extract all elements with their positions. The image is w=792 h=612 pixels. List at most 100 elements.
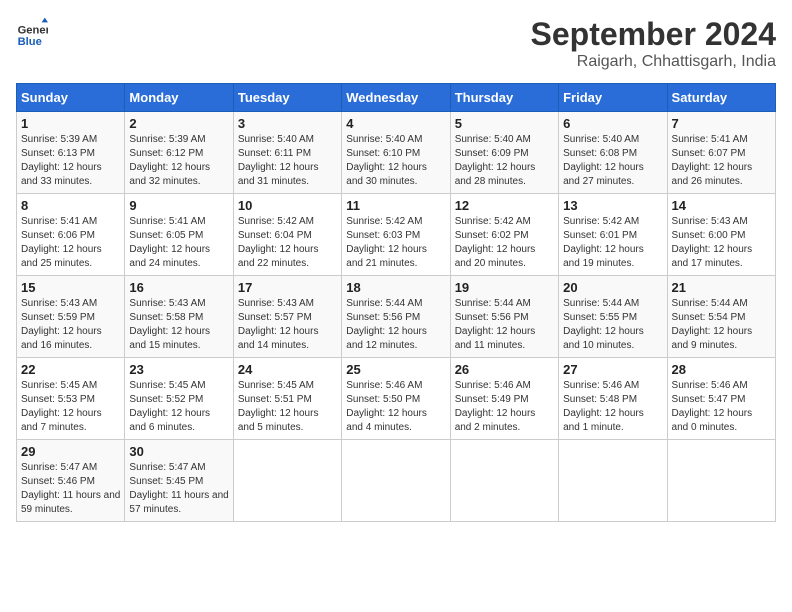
calendar-cell: 2 Sunrise: 5:39 AM Sunset: 6:12 PM Daylig… (125, 112, 233, 194)
calendar-cell: 18Sunrise: 5:44 AM Sunset: 5:56 PM Dayli… (342, 276, 450, 358)
calendar-cell: 20 Sunrise: 5:44 AM Sunset: 5:55 PM Dayli… (559, 276, 667, 358)
day-info: Sunrise: 5:47 AM Sunset: 5:45 PM Dayligh… (129, 461, 228, 517)
day-number: 29 (21, 444, 120, 459)
calendar-week-row: 22 Sunrise: 5:45 AM Sunset: 5:53 PM Dayli… (17, 358, 776, 440)
calendar-cell: 24 Sunrise: 5:45 AM Sunset: 5:51 PM Dayli… (233, 358, 341, 440)
calendar-cell: 14 Sunrise: 5:43 AM Sunset: 6:00 PM Dayli… (667, 194, 775, 276)
day-number: 17 (238, 280, 337, 295)
day-info: Sunrise: 5:42 AM Sunset: 6:04 PM Dayligh… (238, 215, 337, 271)
calendar-cell: 6 Sunrise: 5:40 AM Sunset: 6:08 PM Daylig… (559, 112, 667, 194)
month-title: September 2024 (531, 16, 776, 53)
day-number: 2 (129, 116, 228, 131)
day-info: Sunrise: 5:43 AM Sunset: 5:57 PM Dayligh… (238, 297, 337, 353)
weekday-header: Wednesday (342, 84, 450, 112)
calendar-cell (559, 440, 667, 522)
day-info: Sunrise: 5:42 AM Sunset: 6:02 PM Dayligh… (455, 215, 554, 271)
day-info: Sunrise: 5:47 AM Sunset: 5:46 PM Dayligh… (21, 461, 120, 517)
calendar-week-row: 15Sunrise: 5:43 AM Sunset: 5:59 PM Dayli… (17, 276, 776, 358)
calendar-cell (450, 440, 558, 522)
calendar-cell: 29 Sunrise: 5:47 AM Sunset: 5:46 PM Dayli… (17, 440, 125, 522)
day-info: Sunrise: 5:39 AM Sunset: 6:13 PM Dayligh… (21, 133, 120, 189)
day-number: 9 (129, 198, 228, 213)
day-number: 19 (455, 280, 554, 295)
calendar-cell: 28 Sunrise: 5:46 AM Sunset: 5:47 PM Dayli… (667, 358, 775, 440)
calendar-week-row: 8 Sunrise: 5:41 AM Sunset: 6:06 PM Daylig… (17, 194, 776, 276)
weekday-header: Monday (125, 84, 233, 112)
calendar-cell: 7Sunrise: 5:41 AM Sunset: 6:07 PM Daylig… (667, 112, 775, 194)
calendar-cell: 3Sunrise: 5:40 AM Sunset: 6:11 PM Daylig… (233, 112, 341, 194)
day-number: 1 (21, 116, 120, 131)
day-info: Sunrise: 5:44 AM Sunset: 5:55 PM Dayligh… (563, 297, 662, 353)
logo: General Blue (16, 16, 48, 48)
calendar-cell: 23 Sunrise: 5:45 AM Sunset: 5:52 PM Dayli… (125, 358, 233, 440)
day-info: Sunrise: 5:46 AM Sunset: 5:47 PM Dayligh… (672, 379, 771, 435)
day-number: 3 (238, 116, 337, 131)
day-info: Sunrise: 5:43 AM Sunset: 5:58 PM Dayligh… (129, 297, 228, 353)
weekday-header: Sunday (17, 84, 125, 112)
page-header: General Blue September 2024 Raigarh, Chh… (16, 16, 776, 71)
day-number: 15 (21, 280, 120, 295)
calendar-cell: 17 Sunrise: 5:43 AM Sunset: 5:57 PM Dayli… (233, 276, 341, 358)
day-info: Sunrise: 5:46 AM Sunset: 5:48 PM Dayligh… (563, 379, 662, 435)
day-number: 6 (563, 116, 662, 131)
calendar-cell: 22 Sunrise: 5:45 AM Sunset: 5:53 PM Dayli… (17, 358, 125, 440)
calendar-cell: 26Sunrise: 5:46 AM Sunset: 5:49 PM Dayli… (450, 358, 558, 440)
day-info: Sunrise: 5:45 AM Sunset: 5:51 PM Dayligh… (238, 379, 337, 435)
day-info: Sunrise: 5:39 AM Sunset: 6:12 PM Dayligh… (129, 133, 228, 189)
day-info: Sunrise: 5:41 AM Sunset: 6:06 PM Dayligh… (21, 215, 120, 271)
calendar-cell: 21Sunrise: 5:44 AM Sunset: 5:54 PM Dayli… (667, 276, 775, 358)
calendar-cell: 9 Sunrise: 5:41 AM Sunset: 6:05 PM Daylig… (125, 194, 233, 276)
day-number: 20 (563, 280, 662, 295)
calendar-week-row: 29 Sunrise: 5:47 AM Sunset: 5:46 PM Dayli… (17, 440, 776, 522)
day-number: 25 (346, 362, 445, 377)
calendar-cell: 27 Sunrise: 5:46 AM Sunset: 5:48 PM Dayli… (559, 358, 667, 440)
day-number: 14 (672, 198, 771, 213)
calendar-cell: 1 Sunrise: 5:39 AM Sunset: 6:13 PM Daylig… (17, 112, 125, 194)
day-number: 23 (129, 362, 228, 377)
day-info: Sunrise: 5:45 AM Sunset: 5:52 PM Dayligh… (129, 379, 228, 435)
day-info: Sunrise: 5:40 AM Sunset: 6:08 PM Dayligh… (563, 133, 662, 189)
day-number: 27 (563, 362, 662, 377)
svg-text:Blue: Blue (18, 36, 42, 48)
calendar-cell: 11Sunrise: 5:42 AM Sunset: 6:03 PM Dayli… (342, 194, 450, 276)
day-info: Sunrise: 5:43 AM Sunset: 6:00 PM Dayligh… (672, 215, 771, 271)
weekday-header: Thursday (450, 84, 558, 112)
day-info: Sunrise: 5:46 AM Sunset: 5:49 PM Dayligh… (455, 379, 554, 435)
day-info: Sunrise: 5:40 AM Sunset: 6:09 PM Dayligh… (455, 133, 554, 189)
day-number: 7 (672, 116, 771, 131)
calendar-cell: 4 Sunrise: 5:40 AM Sunset: 6:10 PM Daylig… (342, 112, 450, 194)
weekday-header: Saturday (667, 84, 775, 112)
day-number: 5 (455, 116, 554, 131)
calendar-cell: 10 Sunrise: 5:42 AM Sunset: 6:04 PM Dayli… (233, 194, 341, 276)
day-info: Sunrise: 5:41 AM Sunset: 6:05 PM Dayligh… (129, 215, 228, 271)
day-info: Sunrise: 5:42 AM Sunset: 6:01 PM Dayligh… (563, 215, 662, 271)
day-number: 18 (346, 280, 445, 295)
calendar-cell: 13Sunrise: 5:42 AM Sunset: 6:01 PM Dayli… (559, 194, 667, 276)
calendar-cell: 19 Sunrise: 5:44 AM Sunset: 5:56 PM Dayli… (450, 276, 558, 358)
day-number: 24 (238, 362, 337, 377)
calendar-cell: 15Sunrise: 5:43 AM Sunset: 5:59 PM Dayli… (17, 276, 125, 358)
calendar-cell (342, 440, 450, 522)
day-number: 4 (346, 116, 445, 131)
day-info: Sunrise: 5:42 AM Sunset: 6:03 PM Dayligh… (346, 215, 445, 271)
day-info: Sunrise: 5:46 AM Sunset: 5:50 PM Dayligh… (346, 379, 445, 435)
day-number: 28 (672, 362, 771, 377)
calendar-cell: 5 Sunrise: 5:40 AM Sunset: 6:09 PM Daylig… (450, 112, 558, 194)
calendar-table: SundayMondayTuesdayWednesdayThursdayFrid… (16, 83, 776, 522)
calendar-cell: 30Sunrise: 5:47 AM Sunset: 5:45 PM Dayli… (125, 440, 233, 522)
day-info: Sunrise: 5:44 AM Sunset: 5:56 PM Dayligh… (455, 297, 554, 353)
calendar-week-row: 1 Sunrise: 5:39 AM Sunset: 6:13 PM Daylig… (17, 112, 776, 194)
title-block: September 2024 Raigarh, Chhattisgarh, In… (531, 16, 776, 71)
weekday-header-row: SundayMondayTuesdayWednesdayThursdayFrid… (17, 84, 776, 112)
day-info: Sunrise: 5:40 AM Sunset: 6:10 PM Dayligh… (346, 133, 445, 189)
logo-icon: General Blue (16, 16, 48, 48)
calendar-cell: 16Sunrise: 5:43 AM Sunset: 5:58 PM Dayli… (125, 276, 233, 358)
location: Raigarh, Chhattisgarh, India (531, 53, 776, 71)
day-info: Sunrise: 5:44 AM Sunset: 5:54 PM Dayligh… (672, 297, 771, 353)
day-number: 10 (238, 198, 337, 213)
day-number: 22 (21, 362, 120, 377)
day-number: 8 (21, 198, 120, 213)
calendar-cell: 25 Sunrise: 5:46 AM Sunset: 5:50 PM Dayli… (342, 358, 450, 440)
day-info: Sunrise: 5:45 AM Sunset: 5:53 PM Dayligh… (21, 379, 120, 435)
calendar-cell: 8 Sunrise: 5:41 AM Sunset: 6:06 PM Daylig… (17, 194, 125, 276)
